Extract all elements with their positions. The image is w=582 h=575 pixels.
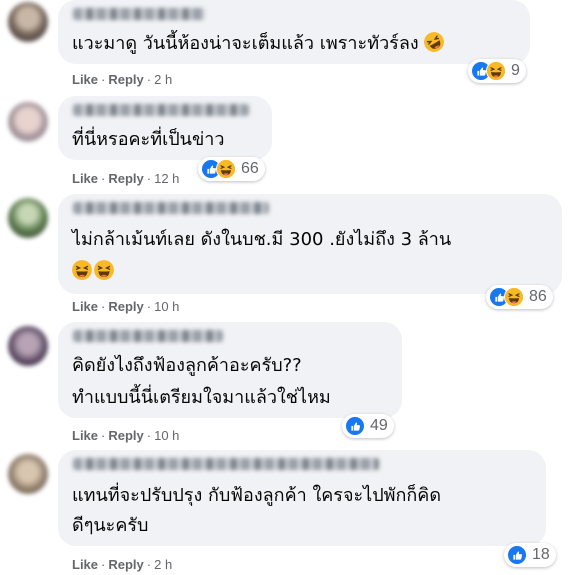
comment-text: ที่นี่หรอคะที่เป็นข่าว <box>72 129 225 150</box>
timestamp[interactable]: 10 h <box>154 428 179 443</box>
haha-reaction-icon <box>504 287 524 307</box>
comment-bubble: ที่นี่หรอคะที่เป็นข่าว <box>58 96 272 160</box>
reaction-summary[interactable]: 49 <box>342 414 394 438</box>
reply-link[interactable]: Reply <box>108 171 143 186</box>
commenter-name[interactable] <box>73 330 223 342</box>
reaction-summary[interactable]: 18 <box>504 543 556 567</box>
avatar[interactable] <box>8 198 48 238</box>
comment-actions: Like · Reply · 10 h <box>72 428 180 443</box>
squinting-laughing-emoji-icon <box>72 260 92 280</box>
like-reaction-icon <box>345 416 365 436</box>
comment-text: ทำแบบนี้นี่เตรียมใจมาแล้วใช่ไหม <box>72 387 331 408</box>
comment-bubble: แทนที่จะปรับปรุง กับฟ้องลูกค้า ใครจะไปพั… <box>58 450 546 546</box>
comment-actions: Like · Reply · 2 h <box>72 72 173 87</box>
comment-bubble: แวะมาดู วันนี้ห้องน่าจะเต็มแล้ว เพราะทัว… <box>58 0 530 64</box>
timestamp[interactable]: 12 h <box>154 171 179 186</box>
comment-bubble: ไม่กล้าเม้นท์เลย ดังในบช.มี 300 .ยังไม่ถ… <box>58 194 562 294</box>
like-link[interactable]: Like <box>72 428 98 443</box>
haha-reaction-icon <box>216 159 236 179</box>
like-link[interactable]: Like <box>72 299 98 314</box>
reaction-count: 49 <box>370 417 388 434</box>
reaction-summary[interactable]: 9 <box>468 59 526 83</box>
comment-text: คิดยังไงถึงฟ้องลูกค้าอะครับ?? <box>72 355 302 376</box>
timestamp[interactable]: 2 h <box>154 557 172 572</box>
commenter-name[interactable] <box>73 8 205 20</box>
comment-text: แทนที่จะปรับปรุง กับฟ้องลูกค้า ใครจะไปพั… <box>72 485 442 506</box>
comment-actions: Like · Reply · 2 h <box>72 557 173 572</box>
like-link[interactable]: Like <box>72 557 98 572</box>
reaction-count: 9 <box>511 62 520 79</box>
commenter-name[interactable] <box>73 458 379 470</box>
comment-actions: Like · Reply · 10 h <box>72 299 180 314</box>
comment-bubble: คิดยังไงถึงฟ้องลูกค้าอะครับ?? ทำแบบนี้นี… <box>58 322 402 418</box>
timestamp[interactable]: 10 h <box>154 299 179 314</box>
avatar[interactable] <box>8 102 48 142</box>
avatar[interactable] <box>8 326 48 366</box>
reaction-count: 86 <box>529 288 547 305</box>
reply-link[interactable]: Reply <box>108 557 143 572</box>
comment-text: ดีๆนะครับ <box>72 515 149 536</box>
like-link[interactable]: Like <box>72 171 98 186</box>
commenter-name[interactable] <box>73 104 249 116</box>
comment-text: แวะมาดู วันนี้ห้องน่าจะเต็มแล้ว เพราะทัว… <box>72 30 444 58</box>
reply-link[interactable]: Reply <box>108 428 143 443</box>
like-reaction-icon <box>507 545 527 565</box>
commenter-name[interactable] <box>73 202 269 214</box>
haha-reaction-icon <box>486 61 506 81</box>
reaction-summary[interactable]: 86 <box>486 285 553 309</box>
like-link[interactable]: Like <box>72 72 98 87</box>
reaction-count: 66 <box>241 160 259 177</box>
comment-text: ไม่กล้าเม้นท์เลย ดังในบช.มี 300 .ยังไม่ถ… <box>72 229 452 250</box>
timestamp[interactable]: 2 h <box>154 72 172 87</box>
comment-actions: Like · Reply · 12 h <box>72 171 180 186</box>
reaction-summary[interactable]: 66 <box>198 157 265 181</box>
reply-link[interactable]: Reply <box>108 72 143 87</box>
avatar[interactable] <box>8 454 48 494</box>
reaction-count: 18 <box>532 546 550 563</box>
reply-link[interactable]: Reply <box>108 299 143 314</box>
rolling-laughing-emoji-icon <box>421 28 448 55</box>
comment-emoji-line <box>72 258 114 286</box>
squinting-laughing-emoji-icon <box>94 260 114 280</box>
avatar[interactable] <box>8 2 48 42</box>
